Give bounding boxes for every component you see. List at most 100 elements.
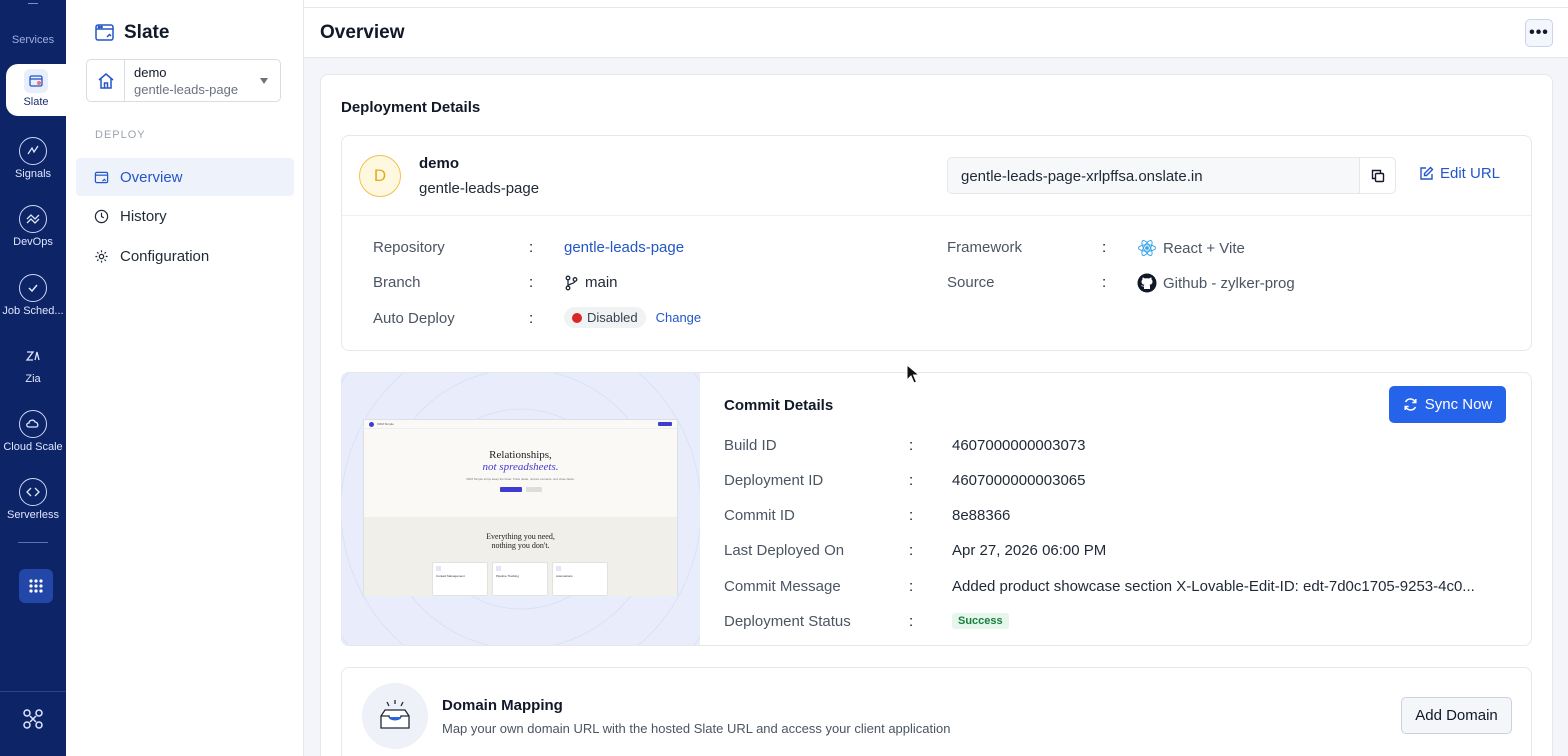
- nav-label: Configuration: [120, 247, 210, 265]
- deployment-status-label: Deployment Status: [724, 613, 851, 630]
- branch-value: main: [564, 274, 618, 291]
- preview-subtext: CRM Simple strips away the bloat. Track …: [466, 477, 575, 481]
- nav-overview[interactable]: Overview: [76, 158, 294, 196]
- sync-now-button[interactable]: Sync Now: [1389, 386, 1506, 423]
- preview-headline: Relationships, not spreadsheets.: [364, 449, 677, 473]
- zia-icon: [19, 342, 47, 370]
- job-scheduling-icon: [19, 274, 47, 302]
- serverless-icon: [19, 478, 47, 506]
- preview-cta: [496, 487, 546, 492]
- rail-bottom-divider: [0, 691, 66, 692]
- preview-card: Contact Management: [432, 562, 488, 596]
- deployment-url[interactable]: gentle-leads-page-xrlpffsa.onslate.in: [961, 168, 1203, 185]
- rail-item-zia[interactable]: Zia: [0, 338, 66, 398]
- mouse-cursor-icon: [906, 364, 920, 384]
- deployment-status-value: Success: [952, 613, 1009, 629]
- framework-name: React + Vite: [1163, 239, 1245, 257]
- project-selector[interactable]: demo gentle-leads-page: [86, 59, 281, 102]
- copy-url-button[interactable]: [1359, 158, 1395, 193]
- colon: :: [909, 437, 914, 454]
- rail-divider: [18, 542, 48, 543]
- repository-link[interactable]: gentle-leads-page: [564, 239, 684, 256]
- preview-navbar: CRM Simple: [364, 420, 677, 429]
- preview-card: Automations: [552, 562, 608, 596]
- edit-icon: [1420, 166, 1434, 180]
- preview-brand: CRM Simple: [377, 422, 394, 426]
- rail-item-signals[interactable]: Signals: [0, 133, 66, 193]
- rail-item-cloud-scale[interactable]: Cloud Scale: [0, 406, 66, 466]
- caret-down-icon: [260, 78, 268, 84]
- rail-top-divider: [28, 0, 38, 4]
- commit-details-panel: CRM Simple Relationships, not spreadshee…: [341, 372, 1532, 646]
- devops-icon: [19, 205, 47, 233]
- rail-item-slate[interactable]: Slate: [6, 64, 66, 116]
- rail-item-label: Cloud Scale: [3, 441, 63, 453]
- nav-configuration[interactable]: Configuration: [76, 237, 294, 275]
- page-title: Overview: [320, 22, 405, 43]
- preview-card-title: Automations: [556, 574, 573, 578]
- git-branch-icon: [565, 275, 578, 290]
- integrations-icon[interactable]: [21, 707, 45, 731]
- project-name: demo: [134, 65, 167, 80]
- auto-deploy-value: Disabled Change: [564, 307, 701, 328]
- rail-title: Services: [11, 34, 55, 46]
- more-icon: •••: [1529, 24, 1549, 41]
- change-auto-deploy-link[interactable]: Change: [656, 310, 702, 325]
- repository-value: gentle-leads-page: [564, 239, 684, 256]
- services-rail: Services Slate Signals DevOps Job Sched.…: [0, 0, 66, 756]
- inbox-icon: [380, 700, 410, 729]
- rail-item-label: Slate: [23, 96, 49, 108]
- section-label: DEPLOY: [95, 129, 146, 141]
- slate-icon: [24, 69, 48, 93]
- preview-cards: Contact Management Pipeline Tracking Aut…: [432, 562, 608, 596]
- commit-id-value: 8e88366: [952, 507, 1011, 524]
- home-icon: [87, 60, 125, 101]
- repository-label: Repository: [373, 239, 445, 256]
- preview-nav-button: [658, 422, 672, 426]
- commit-message-label: Commit Message: [724, 578, 841, 595]
- more-options-button[interactable]: •••: [1525, 19, 1553, 47]
- all-apps-button[interactable]: [19, 569, 53, 603]
- edit-url-label: Edit URL: [1440, 165, 1501, 182]
- sync-icon: [1404, 398, 1417, 411]
- framework-value: React + Vite: [1137, 239, 1245, 257]
- last-deployed-value: Apr 27, 2026 06:00 PM: [952, 542, 1107, 559]
- add-domain-button[interactable]: Add Domain: [1401, 697, 1512, 734]
- colon: :: [529, 239, 534, 256]
- cloud-scale-icon: [19, 410, 47, 438]
- app-title-text: Slate: [124, 22, 170, 43]
- deployment-name: demo: [419, 155, 460, 172]
- nav-history[interactable]: History: [76, 197, 294, 235]
- colon: :: [909, 507, 914, 524]
- gear-icon: [95, 249, 108, 263]
- edit-url-button[interactable]: Edit URL: [1419, 165, 1500, 182]
- deployment-header: D demo gentle-leads-page gentle-leads-pa…: [342, 136, 1531, 216]
- rail-item-job-scheduling[interactable]: Job Sched...: [0, 270, 66, 330]
- preview-section-heading-line1: Everything you need,: [486, 532, 555, 541]
- deployment-id-label: Deployment ID: [724, 472, 824, 489]
- colon: :: [909, 613, 914, 630]
- colon: :: [1102, 239, 1107, 256]
- grid-icon: [29, 579, 43, 593]
- deployment-details-panel: D demo gentle-leads-page gentle-leads-pa…: [341, 135, 1532, 351]
- rail-item-label: Signals: [14, 168, 52, 180]
- branch-label: Branch: [373, 274, 421, 291]
- rail-item-devops[interactable]: DevOps: [0, 201, 66, 261]
- status-dot-icon: [572, 312, 582, 323]
- github-icon: [1137, 273, 1157, 293]
- deployment-preview: CRM Simple Relationships, not spreadshee…: [342, 373, 700, 645]
- colon: :: [529, 274, 534, 291]
- app-title: Slate: [94, 22, 169, 44]
- react-icon: [1138, 239, 1156, 257]
- avatar: D: [359, 155, 401, 197]
- signals-icon: [19, 137, 47, 165]
- deployment-details-title: Deployment Details: [341, 99, 481, 116]
- preview-screenshot[interactable]: CRM Simple Relationships, not spreadshee…: [363, 419, 678, 596]
- slate-sidebar: Slate demo gentle-leads-page DEPLOY Over…: [66, 0, 304, 756]
- rail-item-serverless[interactable]: Serverless: [0, 474, 66, 534]
- overview-icon: [94, 171, 109, 183]
- colon: :: [909, 542, 914, 559]
- overview-card: Deployment Details D demo gentle-leads-p…: [320, 74, 1553, 756]
- page-header: Overview •••: [304, 0, 1568, 58]
- colon: :: [909, 578, 914, 595]
